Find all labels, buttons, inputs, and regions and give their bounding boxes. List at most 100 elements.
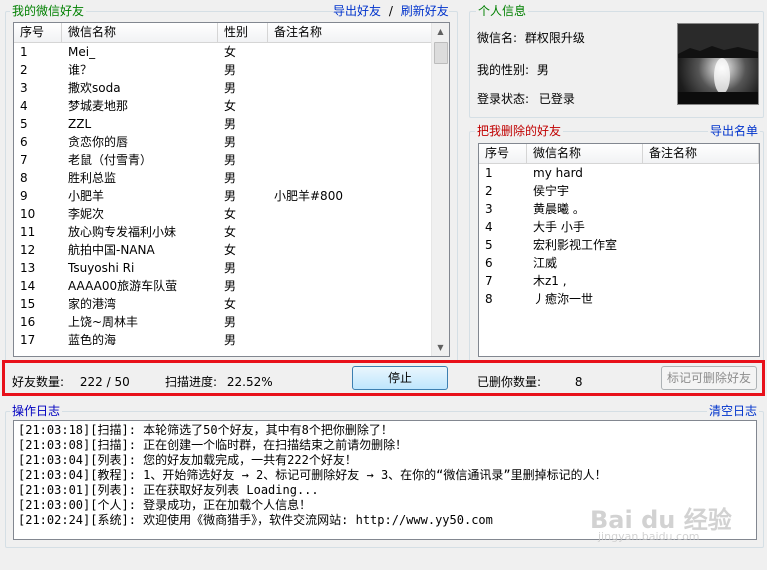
log-line: [21:03:08][扫描]: 正在创建一个临时群，在扫描结束之前请勿删除！: [18, 438, 408, 452]
row-name: 黄晨曦 。: [533, 202, 585, 216]
table-row[interactable]: 11 放心购专发福利小妹 女: [14, 223, 432, 241]
row-index: 12: [20, 243, 36, 257]
deleted-panel-title: 把我删除的好友: [475, 124, 564, 138]
row-gender: 男: [224, 333, 237, 347]
col-header-gender[interactable]: 性别: [218, 23, 268, 42]
table-row[interactable]: 12 航拍中国-NANA 女: [14, 241, 432, 259]
list-item[interactable]: 2 侯宁宇: [479, 182, 759, 200]
list-item[interactable]: 8 丿癒沵一世: [479, 290, 759, 308]
row-name: 上饶~周林丰: [68, 315, 139, 329]
table-row[interactable]: 1 Mei_ 女: [14, 43, 432, 61]
table-row[interactable]: 15 家的港湾 女: [14, 295, 432, 313]
row-remark: [268, 331, 432, 349]
row-name: 胜利总监: [68, 171, 117, 185]
deleted-table-header: 序号 微信名称 备注名称: [479, 144, 759, 164]
row-name: AAAA00旅游车队萤: [68, 279, 178, 293]
watermark-url: jingyan.baidu.com: [598, 530, 700, 543]
deleted-col-header-index[interactable]: 序号: [479, 144, 527, 163]
row-remark: [268, 61, 432, 79]
table-row[interactable]: 4 梦城麦地那 女: [14, 97, 432, 115]
table-row[interactable]: 14 AAAA00旅游车队萤 男: [14, 277, 432, 295]
list-item[interactable]: 5 宏利影视工作室: [479, 236, 759, 254]
row-index: 9: [20, 189, 28, 203]
table-row[interactable]: 9 小肥羊 男 小肥羊#800: [14, 187, 432, 205]
col-header-remark[interactable]: 备注名称: [268, 23, 432, 42]
deleted-table[interactable]: 序号 微信名称 备注名称 1 my hard 2 侯宁宇 3 黄晨曦 。 4 大手 小手 5 宏利…: [478, 143, 760, 357]
table-row[interactable]: 5 ZZL 男: [14, 115, 432, 133]
list-item[interactable]: 3 黄晨曦 。: [479, 200, 759, 218]
row-remark: [268, 133, 432, 151]
row-index: 17: [20, 333, 36, 347]
refresh-friends-link[interactable]: 刷新好友: [401, 4, 449, 18]
row-remark: [643, 236, 759, 254]
scroll-down-icon[interactable]: ▼: [432, 339, 449, 356]
table-row[interactable]: 6 贪恋你的唇 男: [14, 133, 432, 151]
row-remark: [268, 259, 432, 277]
log-line: [21:03:01][列表]: 正在获取好友列表 Loading...: [18, 483, 319, 497]
log-line: [21:03:04][列表]: 您的好友加载完成，一共有222个好友！: [18, 453, 357, 467]
col-header-name[interactable]: 微信名称: [62, 23, 218, 42]
row-index: 2: [485, 184, 493, 198]
friends-actions: 导出好友 / 刷新好友: [333, 4, 449, 18]
link-separator: /: [388, 4, 393, 18]
export-friends-link[interactable]: 导出好友: [333, 4, 381, 18]
clear-log-link[interactable]: 清空日志: [707, 404, 760, 418]
row-index: 11: [20, 225, 36, 239]
row-name: 撒欢soda: [68, 81, 121, 95]
scroll-up-icon[interactable]: ▲: [432, 23, 449, 40]
export-deleted-link[interactable]: 导出名单: [708, 124, 761, 138]
friends-scrollbar[interactable]: ▲ ▼: [431, 23, 449, 356]
list-item[interactable]: 4 大手 小手: [479, 218, 759, 236]
row-remark: [643, 164, 759, 182]
row-name: 木z1 ,: [533, 274, 567, 288]
row-gender: 男: [224, 117, 237, 131]
row-index: 15: [20, 297, 36, 311]
profile-title: 个人信息: [476, 4, 529, 18]
row-remark: [268, 169, 432, 187]
wechat-name-label: 微信名:: [477, 31, 518, 45]
row-index: 1: [20, 45, 28, 59]
list-item[interactable]: 7 木z1 ,: [479, 272, 759, 290]
friends-table[interactable]: 序号 微信名称 性别 备注名称 1 Mei_ 女 2 谁？ 男 3 撒欢soda 男 4 梦城麦地那…: [13, 22, 450, 357]
row-remark: [268, 79, 432, 97]
profile-gender-row: 我的性别: 男: [477, 61, 549, 78]
row-name: Mei_: [68, 45, 96, 59]
row-name: 侯宁宇: [533, 184, 570, 198]
list-item[interactable]: 6 江威: [479, 254, 759, 272]
list-item[interactable]: 1 my hard: [479, 164, 759, 182]
row-gender: 男: [224, 279, 237, 293]
row-gender: 女: [224, 225, 237, 239]
row-remark: [268, 241, 432, 259]
row-gender: 男: [224, 171, 237, 185]
log-line: [21:03:04][教程]: 1、开始筛选好友 → 2、标记可删除好友 → 3…: [18, 468, 607, 482]
gender-label: 我的性别:: [477, 63, 530, 77]
deleted-col-header-remark[interactable]: 备注名称: [643, 144, 759, 163]
deleted-col-header-name[interactable]: 微信名称: [527, 144, 643, 163]
row-index: 16: [20, 315, 36, 329]
row-index: 13: [20, 261, 36, 275]
row-name: 航拍中国-NANA: [68, 243, 155, 257]
table-row[interactable]: 2 谁？ 男: [14, 61, 432, 79]
friends-panel-title: 我的微信好友: [10, 4, 87, 18]
gender-value: 男: [536, 63, 549, 77]
row-index: 7: [20, 153, 28, 167]
row-remark: [268, 277, 432, 295]
table-row[interactable]: 13 Tsuyoshi Ri 男: [14, 259, 432, 277]
row-name: 蓝色的海: [68, 333, 117, 347]
table-row[interactable]: 8 胜利总监 男: [14, 169, 432, 187]
log-title: 操作日志: [10, 404, 63, 418]
table-row[interactable]: 17 蓝色的海 男: [14, 331, 432, 349]
scroll-thumb[interactable]: [434, 42, 448, 64]
row-index: 5: [485, 238, 493, 252]
col-header-index[interactable]: 序号: [14, 23, 62, 42]
table-row[interactable]: 7 老鼠（付雪青） 男: [14, 151, 432, 169]
row-gender: 女: [224, 243, 237, 257]
table-row[interactable]: 3 撒欢soda 男: [14, 79, 432, 97]
table-row[interactable]: 10 李妮次 女: [14, 205, 432, 223]
table-row[interactable]: 16 上饶~周林丰 男: [14, 313, 432, 331]
wechat-name-value: 群权限升级: [524, 31, 585, 45]
row-name: 丿癒沵一世: [533, 292, 594, 306]
row-gender: 女: [224, 45, 237, 59]
row-remark: [643, 290, 759, 308]
log-line: [21:03:18][扫描]: 本轮筛选了50个好友，其中有8个把你删除了！: [18, 423, 393, 437]
